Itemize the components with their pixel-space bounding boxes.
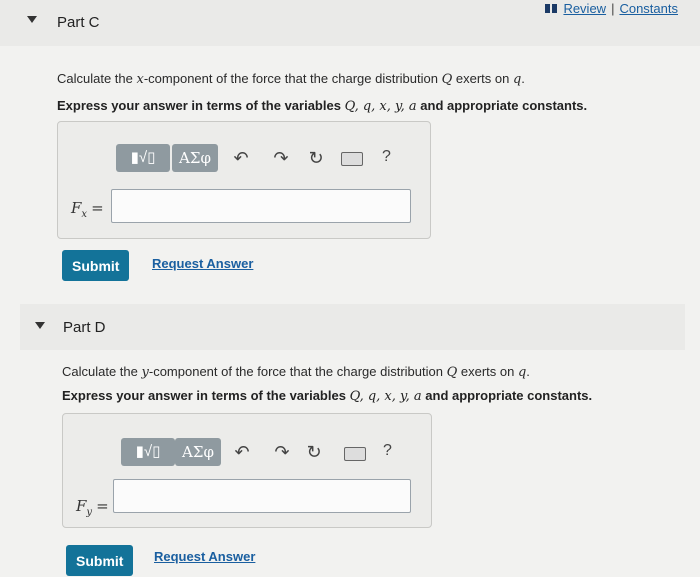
- part-d-title: Part D: [63, 319, 106, 336]
- keyboard-icon[interactable]: [341, 152, 363, 166]
- book-icon: [545, 4, 558, 13]
- part-c-answer-panel: ▮√▯ ΑΣφ ↶ ↷ ↻ ? Fx =: [57, 121, 431, 239]
- review-link[interactable]: Review: [563, 1, 606, 16]
- part-d-question: Calculate the y-component of the force t…: [62, 364, 530, 380]
- greek-symbols-button[interactable]: ΑΣφ: [172, 144, 218, 172]
- redo-icon[interactable]: ↷: [270, 147, 292, 169]
- keyboard-icon[interactable]: [344, 447, 366, 461]
- link-separator: |: [611, 1, 615, 16]
- part-d-request-answer-link[interactable]: Request Answer: [154, 549, 255, 564]
- fx-answer-input[interactable]: [111, 189, 411, 223]
- review-constants-links: Review | Constants: [545, 1, 678, 16]
- reset-icon[interactable]: ↻: [303, 441, 325, 463]
- collapse-triangle-icon[interactable]: [35, 322, 45, 329]
- constants-link[interactable]: Constants: [619, 1, 678, 16]
- undo-icon[interactable]: ↶: [231, 441, 253, 463]
- part-d-header[interactable]: Part D: [20, 304, 685, 350]
- part-d-answer-panel: ▮√▯ ΑΣφ ↶ ↷ ↻ ? Fy =: [62, 413, 432, 528]
- collapse-triangle-icon[interactable]: [27, 16, 37, 23]
- help-icon[interactable]: ?: [382, 148, 391, 166]
- templates-button[interactable]: ▮√▯: [121, 438, 175, 466]
- undo-icon[interactable]: ↶: [230, 147, 252, 169]
- part-d-instruction: Express your answer in terms of the vari…: [62, 388, 593, 404]
- part-d-submit-button[interactable]: Submit: [66, 545, 134, 576]
- fy-answer-input[interactable]: [113, 479, 411, 513]
- templates-button[interactable]: ▮√▯: [116, 144, 170, 172]
- part-c-question: Calculate the x-component of the force t…: [57, 71, 525, 87]
- fx-label: Fx =: [71, 199, 104, 220]
- help-icon[interactable]: ?: [383, 442, 392, 460]
- part-c-title: Part C: [57, 14, 100, 31]
- reset-icon[interactable]: ↻: [305, 147, 327, 169]
- part-c-instruction: Express your answer in terms of the vari…: [57, 98, 588, 114]
- part-c-request-answer-link[interactable]: Request Answer: [152, 256, 253, 271]
- fy-label: Fy =: [76, 497, 109, 518]
- redo-icon[interactable]: ↷: [271, 441, 293, 463]
- greek-symbols-button[interactable]: ΑΣφ: [175, 438, 221, 466]
- part-c-submit-button[interactable]: Submit: [62, 250, 130, 281]
